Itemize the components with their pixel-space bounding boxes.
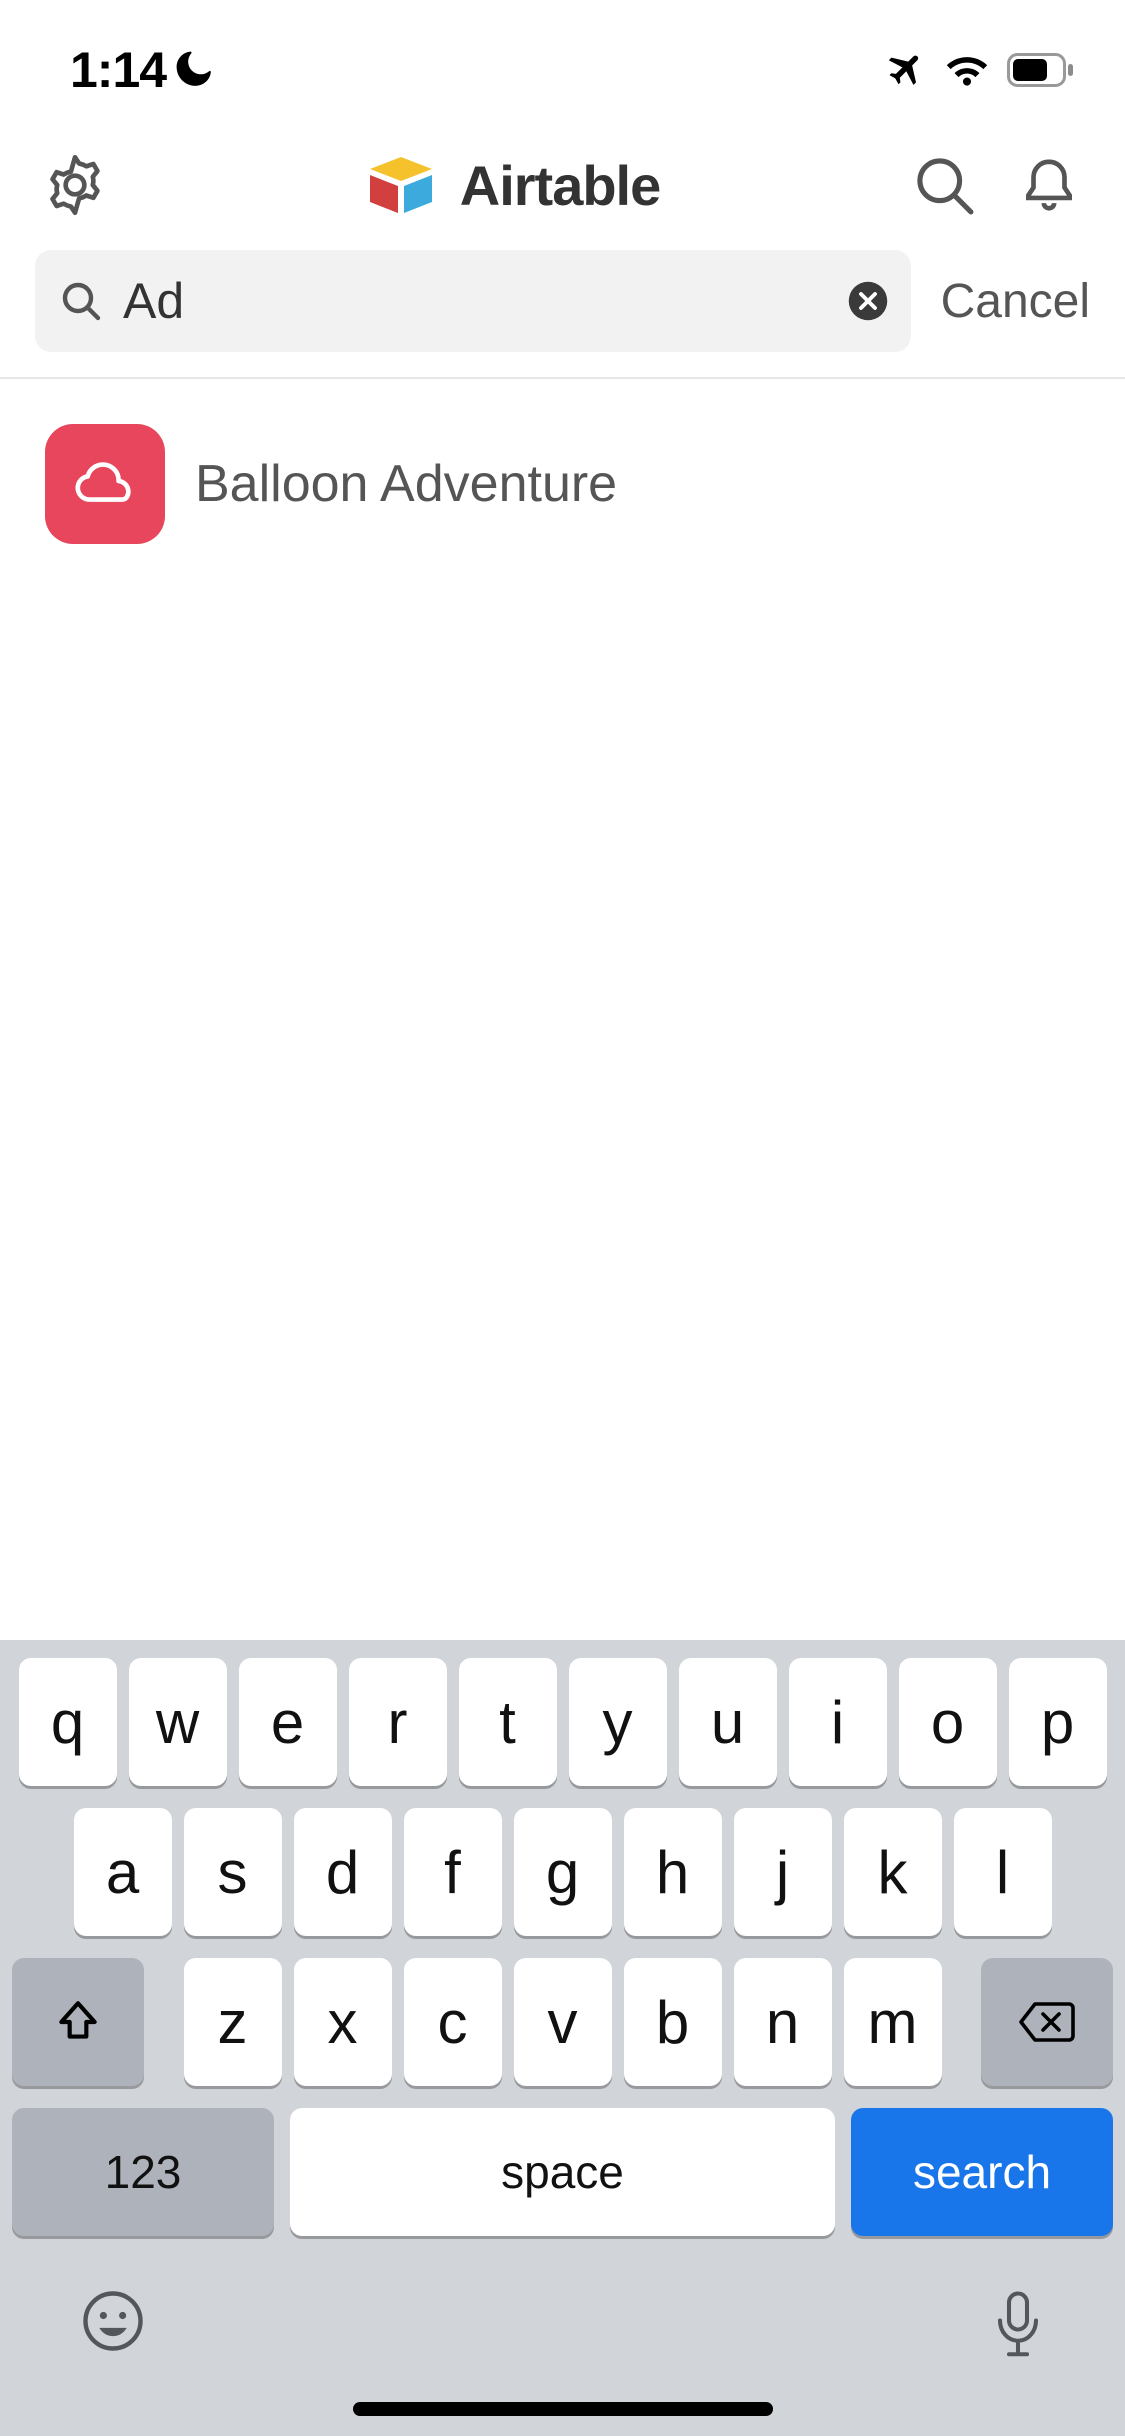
mic-key[interactable] [991, 2288, 1045, 2362]
key-l[interactable]: l [954, 1808, 1052, 1936]
key-g[interactable]: g [514, 1808, 612, 1936]
key-h[interactable]: h [624, 1808, 722, 1936]
search-input[interactable] [105, 272, 847, 330]
cancel-button[interactable]: Cancel [941, 274, 1090, 329]
keyboard-search-key[interactable]: search [851, 2108, 1113, 2236]
result-list: Balloon Adventure [0, 379, 1125, 589]
result-label: Balloon Adventure [195, 454, 617, 514]
keyboard-row-1: qwertyuiop [10, 1658, 1115, 1786]
key-b[interactable]: b [624, 1958, 722, 2086]
brand-name: Airtable [460, 153, 661, 218]
space-key[interactable]: space [290, 2108, 835, 2236]
result-item[interactable]: Balloon Adventure [45, 424, 1080, 544]
moon-icon [176, 51, 214, 89]
keyboard-row-4: 123 space search [10, 2108, 1115, 2236]
key-n[interactable]: n [734, 1958, 832, 2086]
gear-icon[interactable] [40, 150, 110, 220]
status-time: 1:14 [70, 41, 166, 99]
keyboard: qwertyuiop asdfghjkl zxcvbnm 123 space s… [0, 1640, 1125, 2436]
key-i[interactable]: i [789, 1658, 887, 1786]
emoji-key[interactable] [80, 2288, 146, 2362]
key-c[interactable]: c [404, 1958, 502, 2086]
clear-icon[interactable] [847, 280, 889, 322]
airplane-icon [883, 48, 927, 92]
backspace-key[interactable] [981, 1958, 1113, 2086]
cloud-icon [70, 459, 140, 509]
key-v[interactable]: v [514, 1958, 612, 2086]
key-u[interactable]: u [679, 1658, 777, 1786]
key-a[interactable]: a [74, 1808, 172, 1936]
battery-icon [1007, 53, 1075, 87]
result-icon [45, 424, 165, 544]
key-z[interactable]: z [184, 1958, 282, 2086]
shift-key[interactable] [12, 1958, 144, 2086]
backspace-icon [1017, 2000, 1077, 2044]
airtable-logo-icon [360, 151, 442, 219]
key-d[interactable]: d [294, 1808, 392, 1936]
shift-icon [53, 1997, 103, 2047]
status-right [883, 48, 1075, 92]
key-r[interactable]: r [349, 1658, 447, 1786]
bell-icon[interactable] [1018, 151, 1080, 219]
key-f[interactable]: f [404, 1808, 502, 1936]
brand: Airtable [360, 151, 661, 219]
keyboard-row-3: zxcvbnm [10, 1958, 1115, 2086]
search-icon[interactable] [910, 151, 978, 219]
numbers-key[interactable]: 123 [12, 2108, 274, 2236]
key-j[interactable]: j [734, 1808, 832, 1936]
key-p[interactable]: p [1009, 1658, 1107, 1786]
home-indicator[interactable] [353, 2402, 773, 2416]
search-icon [57, 277, 105, 325]
key-x[interactable]: x [294, 1958, 392, 2086]
wifi-icon [945, 50, 989, 90]
key-m[interactable]: m [844, 1958, 942, 2086]
status-bar: 1:14 [0, 0, 1125, 110]
app-header: Airtable [0, 110, 1125, 250]
keyboard-bottom-row [10, 2258, 1115, 2402]
key-y[interactable]: y [569, 1658, 667, 1786]
key-e[interactable]: e [239, 1658, 337, 1786]
search-row: Cancel [0, 250, 1125, 379]
key-k[interactable]: k [844, 1808, 942, 1936]
key-o[interactable]: o [899, 1658, 997, 1786]
status-left: 1:14 [70, 41, 214, 99]
key-w[interactable]: w [129, 1658, 227, 1786]
header-actions [910, 151, 1080, 219]
key-q[interactable]: q [19, 1658, 117, 1786]
search-field[interactable] [35, 250, 911, 352]
key-s[interactable]: s [184, 1808, 282, 1936]
keyboard-row-2: asdfghjkl [10, 1808, 1115, 1936]
key-t[interactable]: t [459, 1658, 557, 1786]
